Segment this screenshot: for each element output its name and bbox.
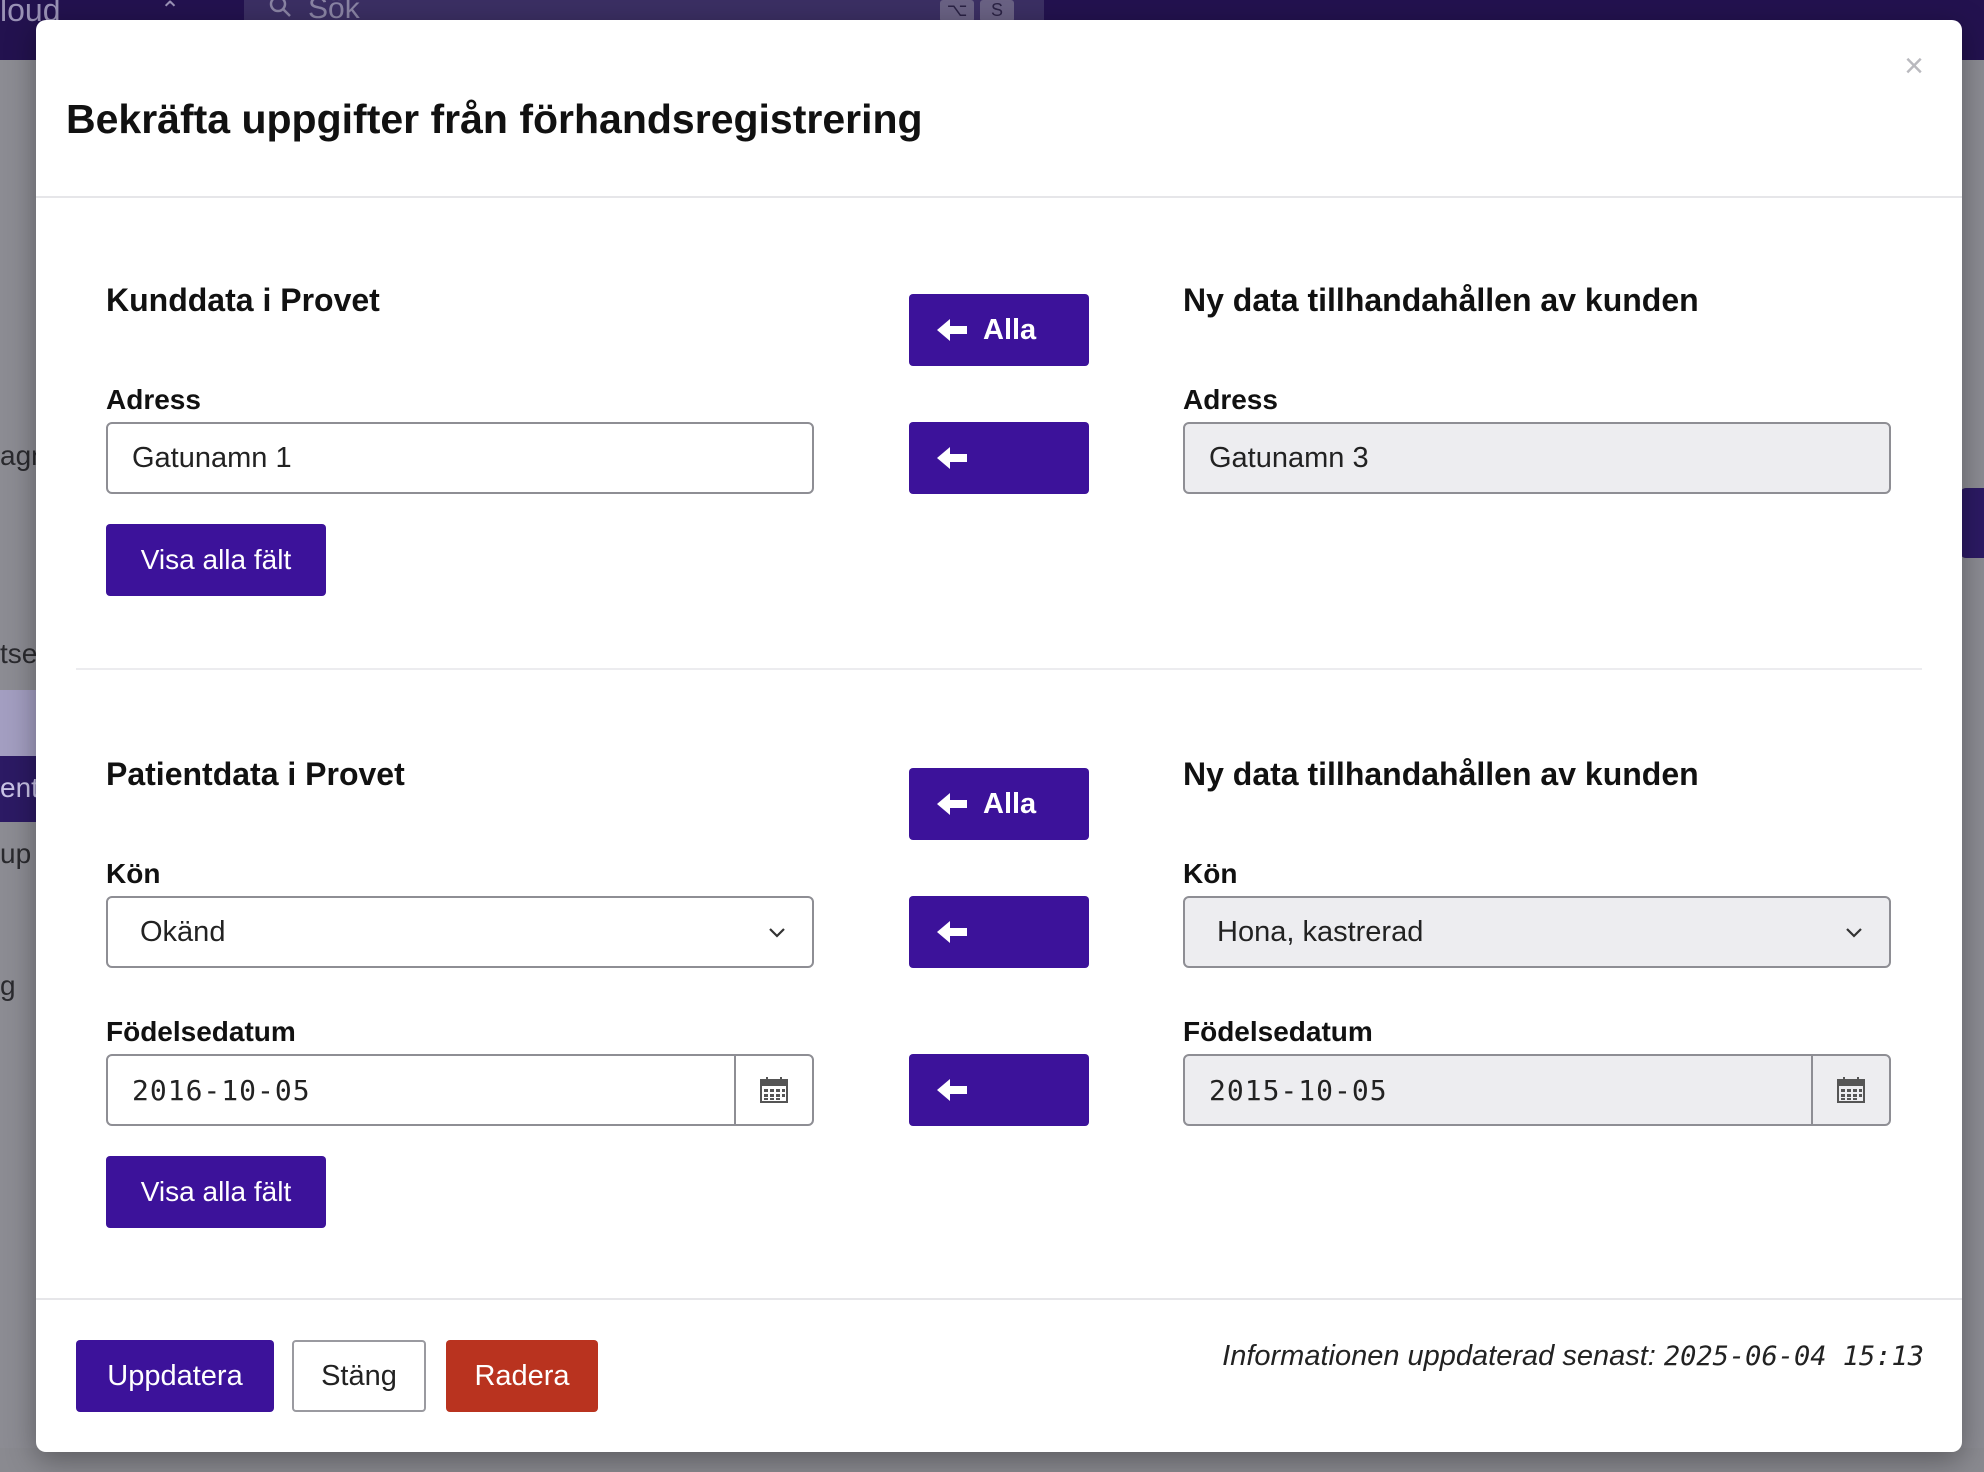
sex-current-value: Okänd xyxy=(140,915,226,948)
date-picker-button xyxy=(1811,1056,1889,1124)
modal-title: Bekräfta uppgifter från förhandsregistre… xyxy=(66,96,923,142)
calendar-icon xyxy=(1837,1077,1865,1103)
copy-all-label: Alla xyxy=(983,313,1037,346)
copy-all-patient-button[interactable]: Alla xyxy=(909,768,1089,840)
last-updated-timestamp: 2025-06-04 15:13 xyxy=(1663,1341,1924,1372)
footer-divider xyxy=(36,1298,1962,1300)
show-all-customer-fields-button[interactable]: Visa alla fält xyxy=(106,524,326,596)
birthdate-new-value: 2015-10-05 xyxy=(1209,1073,1388,1107)
last-updated-info: Informationen uppdaterad senast: 2025-06… xyxy=(1222,1340,1924,1373)
address-current-input[interactable]: Gatunamn 1 xyxy=(106,422,814,494)
sex-new-label: Kön xyxy=(1183,858,1238,889)
header-divider xyxy=(36,196,1962,198)
sex-current-select[interactable]: Okänd xyxy=(106,896,814,968)
address-new-input: Gatunamn 3 xyxy=(1183,422,1891,494)
right-panel-button xyxy=(1960,488,1984,558)
sidebar-snippet: tse xyxy=(0,638,38,669)
show-all-patient-fields-button[interactable]: Visa alla fält xyxy=(106,1156,326,1228)
patient-new-heading: Ny data tillhandahållen av kunden xyxy=(1183,756,1699,792)
app-right-panel xyxy=(1960,60,1984,1472)
customer-current-heading: Kunddata i Provet xyxy=(106,282,380,318)
copy-all-label: Alla xyxy=(983,787,1037,820)
address-current-label: Adress xyxy=(106,384,201,415)
copy-sex-button[interactable] xyxy=(909,896,1089,968)
arrow-left-icon xyxy=(937,1079,967,1101)
kbd-option: ⌥ xyxy=(940,0,974,22)
sidebar-snippet: up xyxy=(0,838,32,869)
close-icon[interactable]: × xyxy=(1896,48,1932,84)
patient-current-heading: Patientdata i Provet xyxy=(106,756,405,792)
sex-new-value: Hona, kastrerad xyxy=(1217,915,1424,948)
sex-current-label: Kön xyxy=(106,858,161,889)
chevron-down-icon xyxy=(769,928,785,938)
arrow-left-icon xyxy=(937,319,967,341)
arrow-left-icon xyxy=(937,447,967,469)
address-new-label: Adress xyxy=(1183,384,1278,415)
copy-birthdate-button[interactable] xyxy=(909,1054,1089,1126)
birthdate-new-input: 2015-10-05 xyxy=(1183,1054,1891,1126)
birthdate-current-input[interactable]: 2016-10-05 xyxy=(106,1054,814,1126)
confirm-preregistration-modal: × Bekräfta uppgifter från förhandsregist… xyxy=(36,20,1962,1452)
update-button[interactable]: Uppdatera xyxy=(76,1340,274,1412)
address-new-value: Gatunamn 3 xyxy=(1209,441,1369,474)
delete-button[interactable]: Radera xyxy=(446,1340,598,1412)
arrow-left-icon xyxy=(937,921,967,943)
sidebar-highlight xyxy=(0,690,36,756)
customer-new-heading: Ny data tillhandahållen av kunden xyxy=(1183,282,1699,318)
close-button[interactable]: Stäng xyxy=(292,1340,426,1412)
last-updated-prefix: Informationen uppdaterad senast: xyxy=(1222,1340,1656,1372)
calendar-icon xyxy=(760,1077,788,1103)
sidebar-snippet: g xyxy=(0,970,16,1001)
arrow-left-icon xyxy=(937,793,967,815)
address-current-value: Gatunamn 1 xyxy=(132,441,292,474)
birthdate-new-label: Födelsedatum xyxy=(1183,1016,1373,1047)
kbd-s: S xyxy=(980,0,1014,22)
section-divider xyxy=(76,668,1922,670)
date-picker-button[interactable] xyxy=(734,1056,812,1124)
chevron-down-icon xyxy=(1846,928,1862,938)
birthdate-current-value: 2016-10-05 xyxy=(132,1073,311,1107)
copy-all-customer-button[interactable]: Alla xyxy=(909,294,1089,366)
sex-new-select: Hona, kastrerad xyxy=(1183,896,1891,968)
birthdate-current-label: Födelsedatum xyxy=(106,1016,296,1047)
copy-address-button[interactable] xyxy=(909,422,1089,494)
search-icon xyxy=(269,0,291,17)
sidebar-snippet: ent xyxy=(0,772,39,803)
